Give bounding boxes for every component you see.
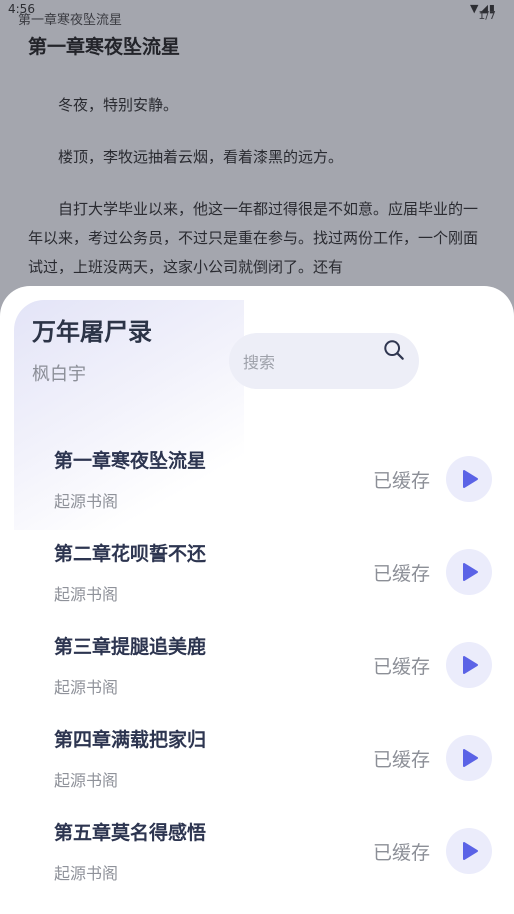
- chapter-sheet: 万年屠尸录 枫白宇 搜索 第一章寒夜坠流星 起源书阁 已缓存 第二章花呗誓不还 …: [0, 286, 514, 914]
- chapter-title: 第一章寒夜坠流星: [54, 450, 207, 472]
- chapter-source: 起源书阁: [54, 771, 119, 790]
- chapter-source: 起源书阁: [54, 678, 119, 697]
- chapter-source: 起源书阁: [54, 585, 119, 604]
- search-input[interactable]: 搜索: [229, 333, 419, 389]
- play-button[interactable]: [446, 828, 492, 874]
- chapter-title: 第二章花呗誓不还: [54, 543, 207, 565]
- cache-status: 已缓存: [373, 842, 431, 864]
- cache-status: 已缓存: [373, 470, 431, 492]
- chapter-title: 第四章满载把家归: [54, 729, 207, 751]
- book-author: 枫白宇: [32, 364, 86, 385]
- chapter-title: 第三章提腿追美鹿: [54, 636, 207, 658]
- page-indicator: 1/7: [478, 9, 496, 22]
- search-icon[interactable]: [383, 339, 405, 361]
- chapter-item[interactable]: 第四章满载把家归 起源书阁 已缓存: [0, 715, 514, 808]
- play-button[interactable]: [446, 735, 492, 781]
- chapter-item[interactable]: 第二章花呗誓不还 起源书阁 已缓存: [0, 529, 514, 622]
- chapter-title: 第五章莫名得感悟: [54, 822, 207, 844]
- chapter-source: 起源书阁: [54, 864, 119, 883]
- play-icon: [463, 563, 478, 581]
- chapter-item[interactable]: 第五章莫名得感悟 起源书阁 已缓存: [0, 808, 514, 901]
- cache-status: 已缓存: [373, 749, 431, 771]
- chapter-item[interactable]: 第三章提腿追美鹿 起源书阁 已缓存: [0, 622, 514, 715]
- chapter-item[interactable]: 第一章寒夜坠流星 起源书阁 已缓存: [0, 436, 514, 529]
- play-button[interactable]: [446, 642, 492, 688]
- reader-header-title: 第一章寒夜坠流星: [18, 13, 123, 28]
- reader-paragraph: 自打大学毕业以来，他这一年都过得很是不如意。应届毕业的一年以来，考过公务员，不过…: [28, 200, 479, 276]
- play-icon: [463, 656, 478, 674]
- play-icon: [463, 470, 478, 488]
- play-button[interactable]: [446, 549, 492, 595]
- reader-paragraph: 冬夜，特别安静。: [58, 96, 179, 114]
- play-icon: [463, 842, 478, 860]
- play-button[interactable]: [446, 456, 492, 502]
- book-title: 万年屠尸录: [32, 318, 152, 346]
- search-placeholder: 搜索: [243, 353, 276, 372]
- chapter-source: 起源书阁: [54, 492, 119, 511]
- reader-paragraph: 楼顶，李牧远抽着云烟，看着漆黑的远方。: [58, 148, 344, 166]
- cache-status: 已缓存: [373, 563, 431, 585]
- play-icon: [463, 749, 478, 767]
- reader-chapter-title: 第一章寒夜坠流星: [28, 36, 181, 58]
- cache-status: 已缓存: [373, 656, 431, 678]
